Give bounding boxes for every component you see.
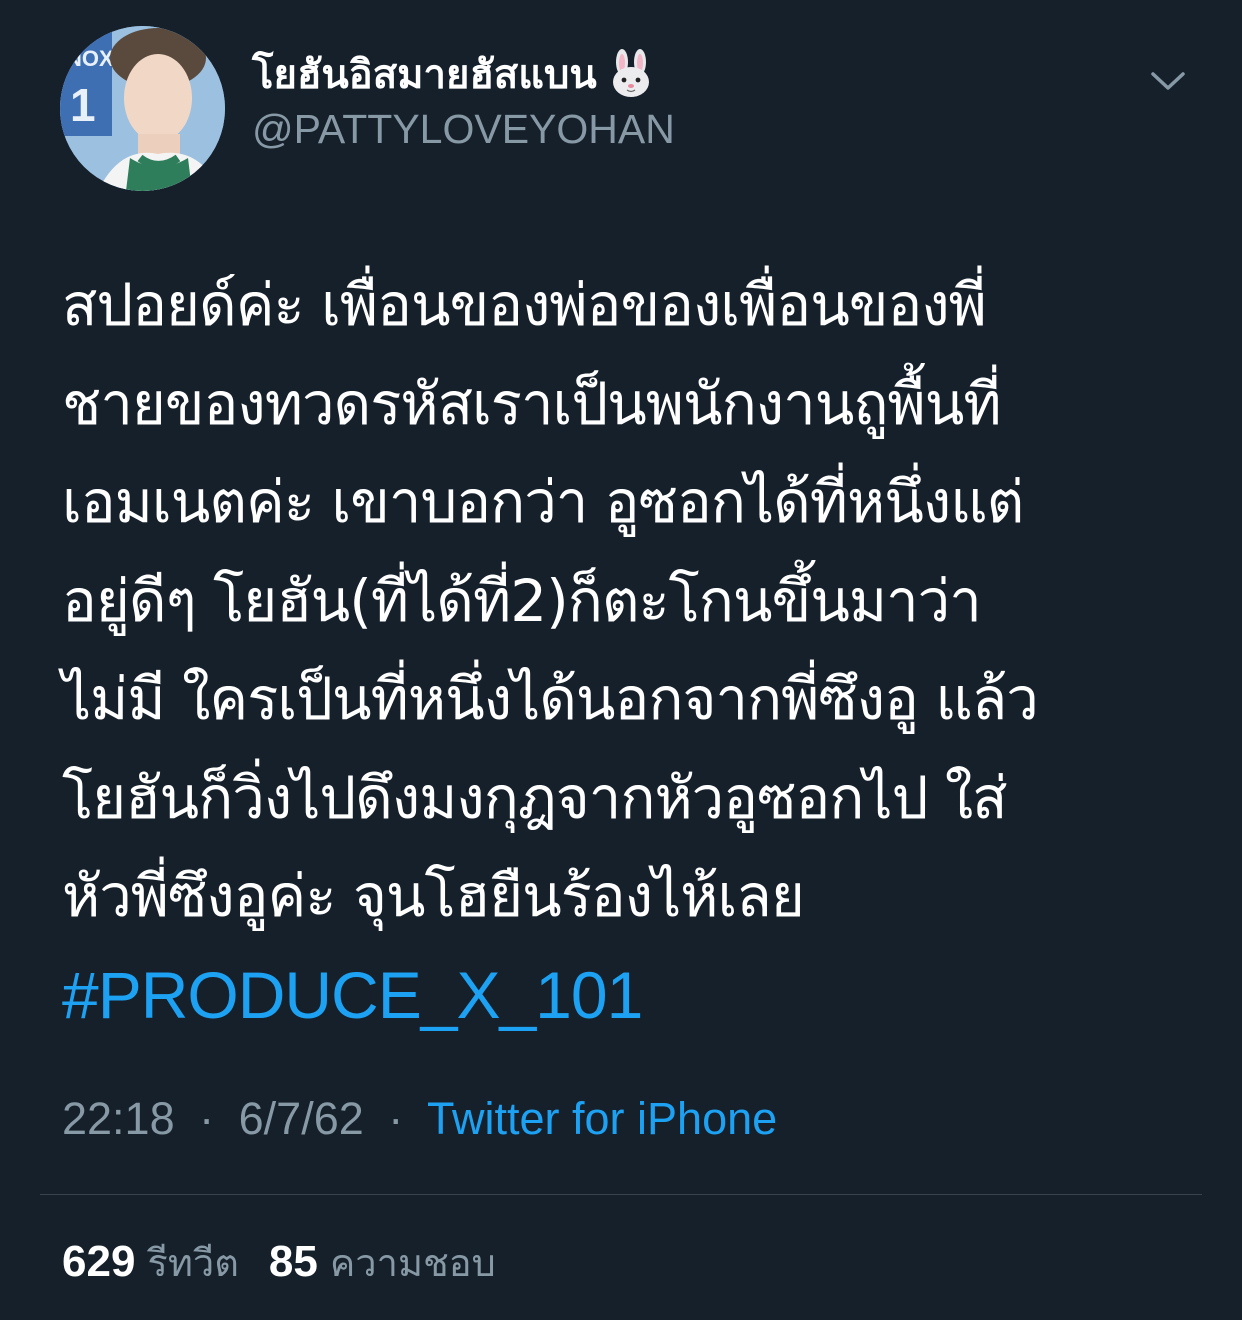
author-display-name[interactable]: โยฮันอิสมายฮัสแบน xyxy=(252,42,597,106)
tweet-text-line: ชายของทวดรหัสเราเป็นพนักงานถูพื้นที่ xyxy=(62,369,1002,438)
meta-separator: · xyxy=(199,1093,215,1144)
tweet-detail: NOX 1 โยฮันอิสมายฮัสแบน @PATTYLOVEYOHAN … xyxy=(0,0,1242,1320)
tweet-text-line: สปอยด์ค่ะ เพื่อนของพ่อของเพื่อนของพี่ xyxy=(62,271,987,339)
tweet-text: สปอยด์ค่ะ เพื่อนของพ่อของเพื่อนของพี่ ชา… xyxy=(62,256,1202,1044)
tweet-meta: 22:18 · 6/7/62 · Twitter for iPhone xyxy=(62,1093,777,1145)
svg-text:NOX: NOX xyxy=(66,46,114,71)
svg-text:1: 1 xyxy=(70,79,96,131)
retweets-label: รีทวีต xyxy=(147,1241,239,1285)
meta-separator: · xyxy=(388,1093,404,1144)
tweet-source-link[interactable]: Twitter for iPhone xyxy=(427,1093,777,1144)
avatar[interactable]: NOX 1 xyxy=(60,26,225,191)
author-handle[interactable]: @PATTYLOVEYOHAN xyxy=(252,106,675,153)
likes-count: 85 xyxy=(268,1237,318,1286)
retweets-stat[interactable]: 629 รีทวีต xyxy=(62,1232,239,1293)
chevron-down-icon[interactable] xyxy=(1145,58,1191,104)
tweet-text-line: ไม่มี ใครเป็นที่หนึ่งได้นอกจากพี่ซึงอู แ… xyxy=(62,665,1039,733)
tweet-text-line: เอมเนตค่ะ เขาบอกว่า อูซอกได้ที่หนึ่งแต่ xyxy=(62,468,1024,536)
avatar-image: NOX 1 xyxy=(60,26,225,191)
tweet-date[interactable]: 6/7/62 xyxy=(239,1093,364,1144)
likes-label: ความชอบ xyxy=(329,1241,496,1285)
author-name-row[interactable]: โยฮันอิสมายฮัสแบน xyxy=(252,44,657,104)
tweet-stats: 629 รีทวีต 85 ความชอบ xyxy=(62,1232,496,1293)
hashtag-link[interactable]: #PRODUCE_X_101 xyxy=(62,946,1202,1045)
tweet-text-line: อยู่ดีๆ โยฮัน(ที่ได้ที่2)ก็ตะโกนขึ้นมาว่… xyxy=(62,566,982,635)
tweet-time[interactable]: 22:18 xyxy=(62,1093,175,1144)
rabbit-face-icon xyxy=(605,48,657,100)
divider xyxy=(40,1194,1202,1195)
retweets-count: 629 xyxy=(62,1237,136,1286)
likes-stat[interactable]: 85 ความชอบ xyxy=(269,1232,496,1293)
tweet-text-line: หัวพี่ซึงอูค่ะ จุนโฮยืนร้องไห้เลย xyxy=(62,862,805,930)
tweet-text-line: โยฮันก็วิ่งไปดึงมงกุฎจากหัวอูซอกไป ใส่ xyxy=(62,763,1008,832)
